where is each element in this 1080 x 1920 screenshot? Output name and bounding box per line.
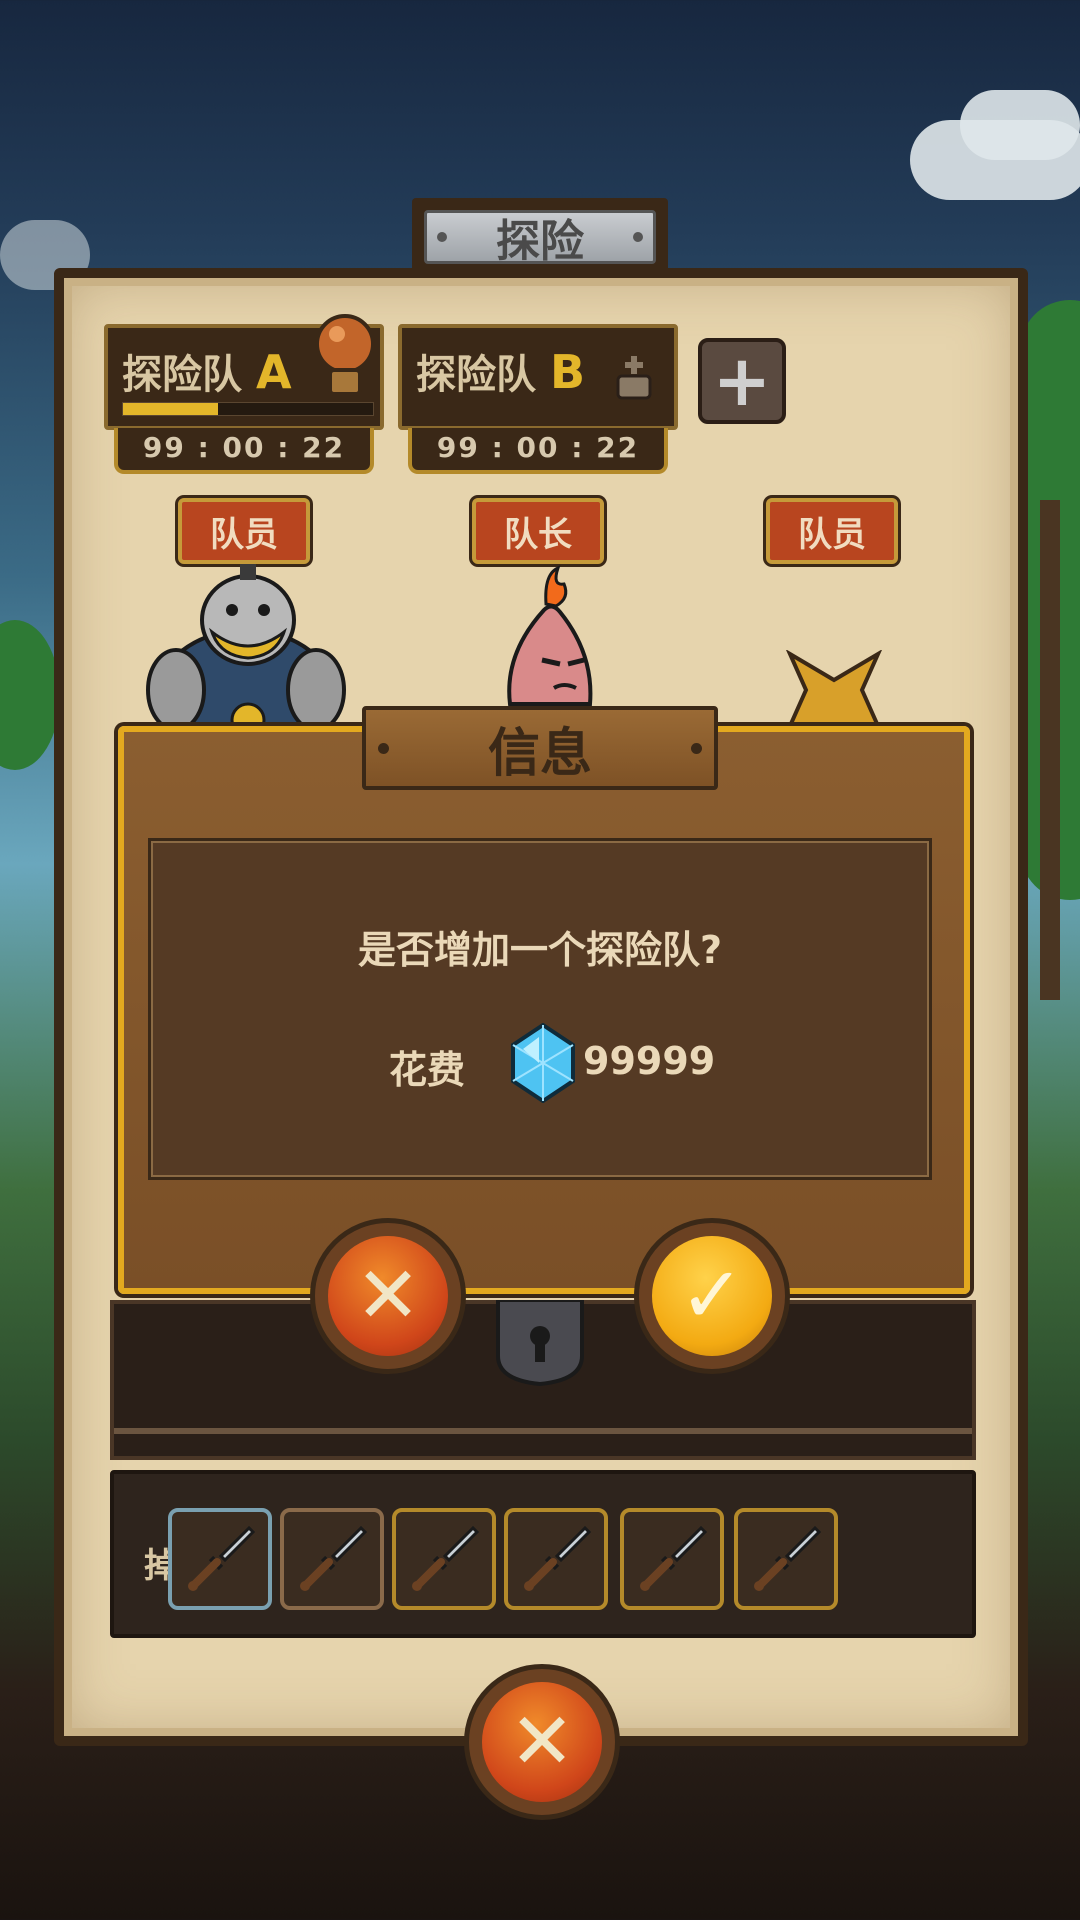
team-b-letter: B bbox=[549, 345, 585, 399]
tab-team-a[interactable]: 探险队 A bbox=[104, 314, 384, 430]
lightbulb-icon bbox=[315, 314, 375, 396]
team-b-timer: 99 : 00 : 22 bbox=[408, 428, 668, 474]
drop-slot[interactable] bbox=[280, 1508, 384, 1610]
dialog-title: 信息 bbox=[487, 723, 592, 784]
cost-value: 99999 bbox=[583, 1039, 716, 1083]
role-tag-member-right: 队员 bbox=[766, 498, 898, 564]
team-a-progress bbox=[122, 402, 374, 416]
dagger-icon bbox=[412, 1525, 480, 1591]
team-b-label: 探险队 bbox=[416, 352, 536, 398]
add-team-button[interactable]: + bbox=[698, 338, 786, 424]
cancel-button[interactable]: ✕ bbox=[310, 1218, 466, 1374]
team-a-letter: A bbox=[255, 345, 292, 399]
lightbulb-add-icon bbox=[616, 356, 652, 400]
close-panel-button[interactable]: ✕ bbox=[464, 1664, 620, 1820]
dagger-icon bbox=[188, 1525, 256, 1591]
fire-imp-character[interactable] bbox=[494, 564, 604, 714]
plus-icon: + bbox=[712, 340, 772, 422]
check-icon: ✓ bbox=[679, 1251, 745, 1341]
diamond-icon bbox=[511, 1023, 575, 1103]
background-trunk bbox=[1040, 500, 1060, 1000]
dialog-body: 是否增加一个探险队? 花费 99999 bbox=[148, 838, 932, 1180]
dagger-icon bbox=[754, 1525, 822, 1591]
drop-slot[interactable] bbox=[734, 1508, 838, 1610]
chest-rail bbox=[114, 1428, 972, 1434]
drop-slot[interactable] bbox=[620, 1508, 724, 1610]
team-a-progress-fill bbox=[123, 403, 218, 415]
dialog-title-plate: 信息 bbox=[362, 706, 718, 790]
background-tree bbox=[0, 620, 60, 770]
drop-slot[interactable] bbox=[392, 1508, 496, 1610]
tab-team-b[interactable]: 探险队 B bbox=[398, 324, 678, 430]
drops-panel: 掉落: bbox=[110, 1470, 976, 1638]
close-icon: ✕ bbox=[355, 1251, 421, 1341]
drop-slot[interactable] bbox=[168, 1508, 272, 1610]
drop-slot[interactable] bbox=[504, 1508, 608, 1610]
role-tag-leader: 队长 bbox=[472, 498, 604, 564]
role-tag-member-left: 队员 bbox=[178, 498, 310, 564]
dagger-icon bbox=[640, 1525, 708, 1591]
close-icon: ✕ bbox=[509, 1697, 575, 1787]
title-plate: 探险 bbox=[412, 198, 668, 274]
dialog-question: 是否增加一个探险队? bbox=[357, 928, 723, 972]
dagger-icon bbox=[300, 1525, 368, 1591]
cost-label: 花费 bbox=[389, 1048, 466, 1092]
dagger-icon bbox=[524, 1525, 592, 1591]
lock-icon bbox=[496, 1300, 584, 1386]
ogre-character[interactable] bbox=[146, 560, 346, 730]
cloud bbox=[960, 90, 1080, 160]
empty-slot-arrow-icon[interactable] bbox=[786, 650, 882, 726]
team-a-timer: 99 : 00 : 22 bbox=[114, 428, 374, 474]
confirm-button[interactable]: ✓ bbox=[634, 1218, 790, 1374]
team-a-label: 探险队 bbox=[122, 352, 242, 398]
page-title: 探险 bbox=[496, 216, 584, 267]
